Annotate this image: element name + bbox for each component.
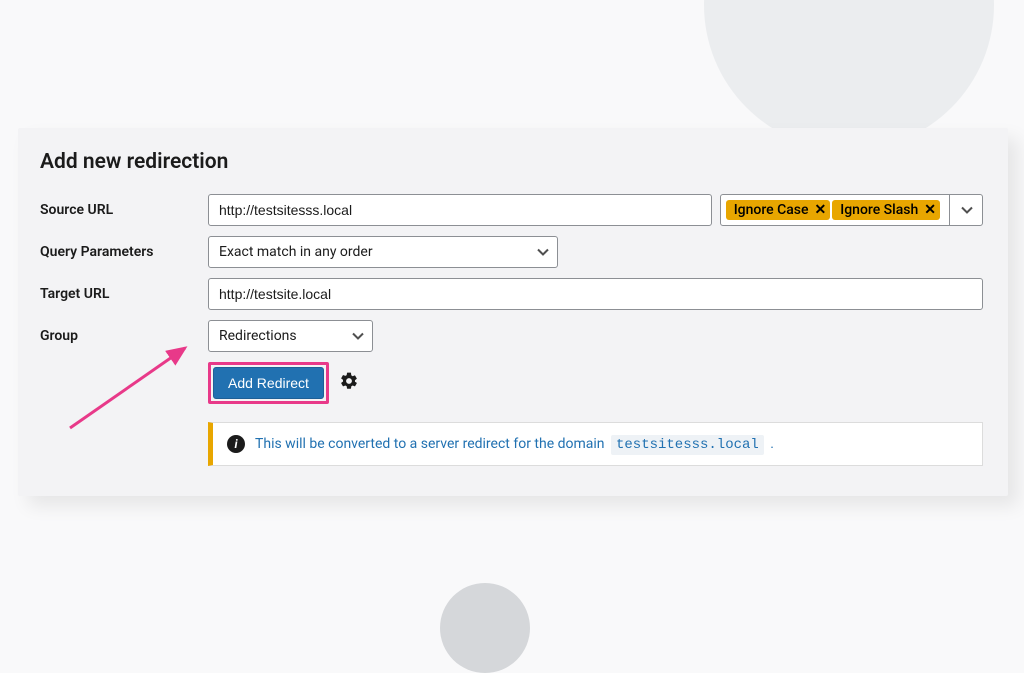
target-label: Target URL [40, 286, 208, 302]
source-row: Source URL Ignore Case ✕ Ignore Slash ✕ [40, 194, 983, 226]
settings-button[interactable] [339, 371, 359, 395]
chevron-down-icon [537, 244, 549, 260]
notice-prefix: This will be converted to a server redir… [255, 436, 608, 452]
query-label: Query Parameters [40, 244, 208, 260]
query-row: Query Parameters Exact match in any orde… [40, 236, 983, 268]
ignore-slash-tag[interactable]: Ignore Slash ✕ [832, 200, 940, 220]
background-decor-bottom [440, 583, 530, 673]
redirection-panel: Add new redirection Source URL Ignore Ca… [18, 128, 1008, 496]
add-redirect-button[interactable]: Add Redirect [213, 367, 324, 399]
notice-suffix: . [767, 436, 774, 452]
panel-title: Add new redirection [40, 150, 983, 174]
close-icon: ✕ [924, 202, 936, 218]
annotation-highlight: Add Redirect [208, 362, 329, 404]
tag-divider [949, 195, 950, 225]
target-row: Target URL [40, 278, 983, 310]
server-redirect-notice: i This will be converted to a server red… [208, 422, 983, 466]
button-row: Add Redirect [208, 362, 983, 404]
info-icon: i [227, 435, 245, 453]
source-flags-box: Ignore Case ✕ Ignore Slash ✕ [720, 194, 983, 226]
notice-text: This will be converted to a server redir… [255, 436, 774, 453]
ignore-slash-label: Ignore Slash [840, 202, 918, 218]
target-url-input[interactable] [208, 278, 983, 310]
query-params-select[interactable]: Exact match in any order [208, 236, 558, 268]
ignore-case-tag[interactable]: Ignore Case ✕ [726, 200, 831, 220]
ignore-case-label: Ignore Case [734, 202, 809, 218]
group-select[interactable]: Redirections [208, 320, 373, 352]
group-row: Group Redirections [40, 320, 983, 352]
close-icon: ✕ [815, 202, 827, 218]
source-label: Source URL [40, 202, 208, 218]
group-label: Group [40, 328, 208, 344]
group-selected-value: Redirections [219, 328, 297, 344]
flags-dropdown-toggle[interactable] [959, 196, 977, 224]
gear-icon [339, 371, 359, 391]
notice-domain: testsitesss.local [611, 435, 764, 455]
query-selected-value: Exact match in any order [219, 244, 373, 260]
chevron-down-icon [961, 206, 973, 214]
chevron-down-icon [352, 328, 364, 344]
source-url-input[interactable] [208, 194, 712, 226]
